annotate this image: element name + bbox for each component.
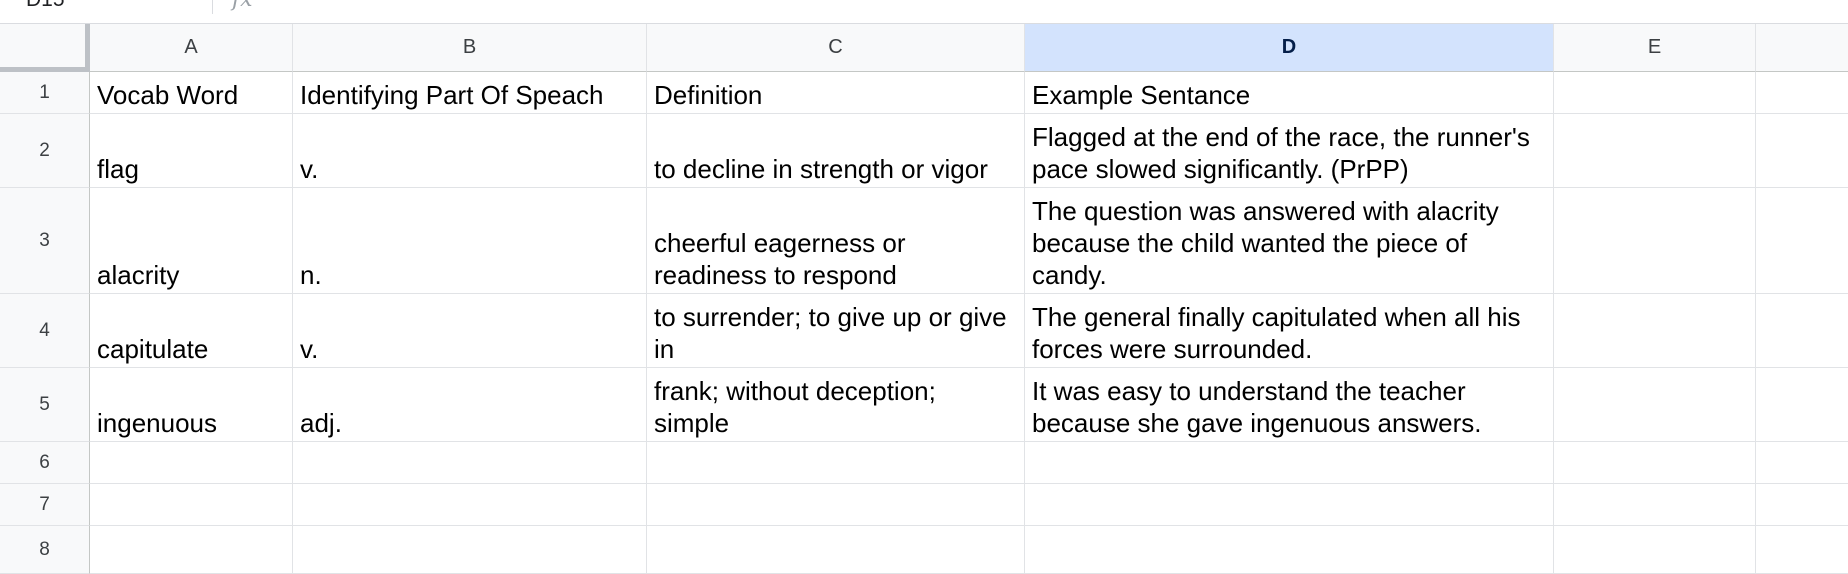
cell-c4[interactable]: to surrender; to give up or give in (647, 294, 1025, 368)
column-header-f[interactable] (1756, 24, 1848, 72)
cell-a2[interactable]: flag (90, 114, 293, 188)
row-header-1[interactable]: 1 (0, 72, 90, 114)
cell-d1[interactable]: Example Sentance (1025, 72, 1554, 114)
row-header-3[interactable]: 3 (0, 188, 90, 294)
cell-text: Example Sentance (1032, 80, 1251, 110)
cell-b8[interactable] (293, 526, 647, 574)
cell-a5[interactable]: ingenuous (90, 368, 293, 442)
cell-e7[interactable] (1554, 484, 1756, 526)
cell-d2[interactable]: Flagged at the end of the race, the runn… (1025, 114, 1554, 188)
cell-text: v. (300, 154, 319, 184)
cell-text: n. (300, 260, 322, 290)
cell-e2[interactable] (1554, 114, 1756, 188)
cell-d4[interactable]: The general finally capitulated when all… (1025, 294, 1554, 368)
cell-c2[interactable]: to decline in strength or vigor (647, 114, 1025, 188)
cell-f8[interactable] (1756, 526, 1848, 574)
cell-text: adj. (300, 408, 342, 438)
cell-text: The question was answered with alacrity … (1032, 196, 1499, 290)
cell-text: Identifying Part Of Speach (300, 80, 604, 110)
row-header-8[interactable]: 8 (0, 526, 90, 574)
cell-text: to decline in strength or vigor (654, 154, 988, 184)
cell-b5[interactable]: adj. (293, 368, 647, 442)
cell-text: flag (97, 154, 139, 184)
cell-f3[interactable] (1756, 188, 1848, 294)
cell-c6[interactable] (647, 442, 1025, 484)
cell-b6[interactable] (293, 442, 647, 484)
cell-c3[interactable]: cheerful eagerness or readiness to respo… (647, 188, 1025, 294)
cell-text: The general finally capitulated when all… (1032, 302, 1521, 364)
cell-text: v. (300, 334, 319, 364)
row-header-2[interactable]: 2 (0, 114, 90, 188)
cell-f4[interactable] (1756, 294, 1848, 368)
cell-f1[interactable] (1756, 72, 1848, 114)
cell-a6[interactable] (90, 442, 293, 484)
cell-text: ingenuous (97, 408, 217, 438)
cell-e8[interactable] (1554, 526, 1756, 574)
cell-d6[interactable] (1025, 442, 1554, 484)
cell-text: Flagged at the end of the race, the runn… (1032, 122, 1530, 184)
cell-a7[interactable] (90, 484, 293, 526)
cell-text: It was easy to understand the teacher be… (1032, 376, 1482, 438)
cell-b7[interactable] (293, 484, 647, 526)
fx-icon: fx (232, 0, 253, 12)
cell-text: Definition (654, 80, 763, 110)
cell-c1[interactable]: Definition (647, 72, 1025, 114)
cell-d8[interactable] (1025, 526, 1554, 574)
cell-a1[interactable]: Vocab Word (90, 72, 293, 114)
cell-b1[interactable]: Identifying Part Of Speach (293, 72, 647, 114)
cell-b4[interactable]: v. (293, 294, 647, 368)
column-header-c[interactable]: C (647, 24, 1025, 72)
cell-c5[interactable]: frank; without deception; simple (647, 368, 1025, 442)
row-header-7[interactable]: 7 (0, 484, 90, 526)
cell-e6[interactable] (1554, 442, 1756, 484)
cell-e4[interactable] (1554, 294, 1756, 368)
column-header-a[interactable]: A (90, 24, 293, 72)
column-header-d[interactable]: D (1025, 24, 1554, 72)
row-header-6[interactable]: 6 (0, 442, 90, 484)
cell-text: alacrity (97, 260, 180, 290)
formula-bar: D15 fx (0, 0, 1848, 24)
cell-text: Vocab Word (97, 80, 239, 110)
cell-b3[interactable]: n. (293, 188, 647, 294)
cell-a4[interactable]: capitulate (90, 294, 293, 368)
cell-text: capitulate (97, 334, 209, 364)
cell-f7[interactable] (1756, 484, 1848, 526)
cell-d7[interactable] (1025, 484, 1554, 526)
cell-f5[interactable] (1756, 368, 1848, 442)
cell-f2[interactable] (1756, 114, 1848, 188)
cell-text: to surrender; to give up or give in (654, 302, 1007, 364)
cell-text: cheerful eagerness or readiness to respo… (654, 228, 906, 290)
cell-e3[interactable] (1554, 188, 1756, 294)
select-all-corner[interactable] (0, 24, 90, 72)
cell-c7[interactable] (647, 484, 1025, 526)
column-header-b[interactable]: B (293, 24, 647, 72)
cell-b2[interactable]: v. (293, 114, 647, 188)
row-header-4[interactable]: 4 (0, 294, 90, 368)
cell-e5[interactable] (1554, 368, 1756, 442)
cell-f6[interactable] (1756, 442, 1848, 484)
cell-a3[interactable]: alacrity (90, 188, 293, 294)
spreadsheet-grid: A B C D E 1 2 3 4 5 6 7 8 Vocab Word Ide… (0, 24, 1848, 574)
row-header-5[interactable]: 5 (0, 368, 90, 442)
cell-text: frank; without deception; simple (654, 376, 936, 438)
cell-d5[interactable]: It was easy to understand the teacher be… (1025, 368, 1554, 442)
cell-c8[interactable] (647, 526, 1025, 574)
name-box[interactable]: D15 (26, 0, 65, 12)
column-header-e[interactable]: E (1554, 24, 1756, 72)
cell-d3[interactable]: The question was answered with alacrity … (1025, 188, 1554, 294)
formula-bar-divider (212, 0, 213, 14)
cell-e1[interactable] (1554, 72, 1756, 114)
cell-a8[interactable] (90, 526, 293, 574)
